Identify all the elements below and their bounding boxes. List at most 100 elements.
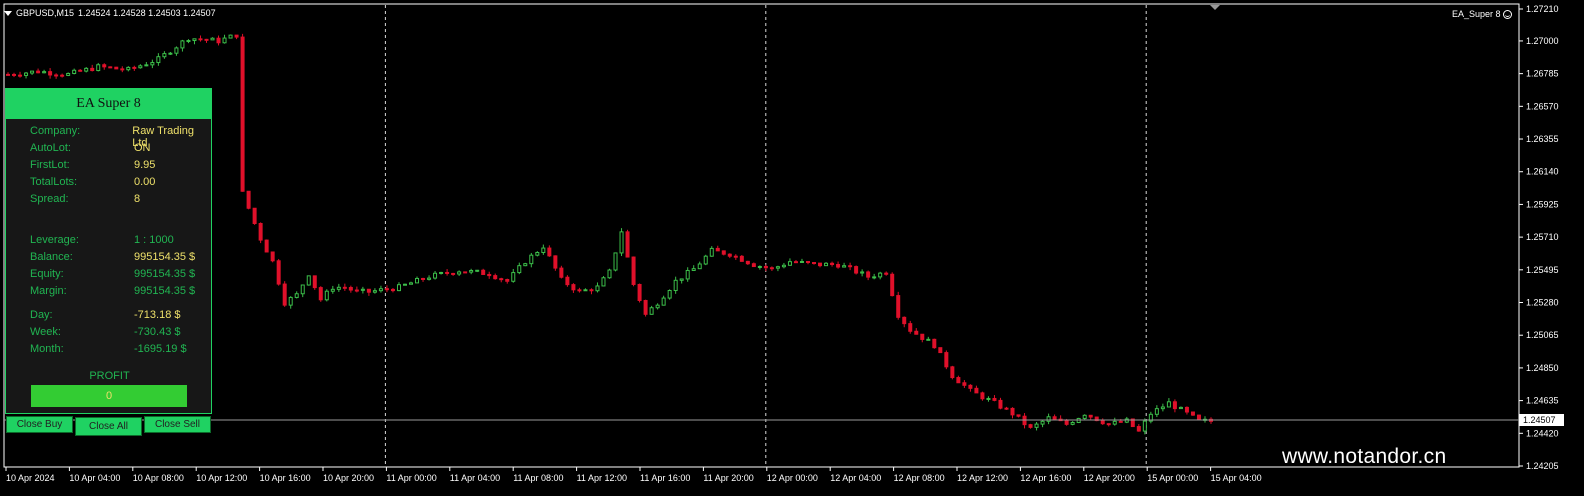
candle-body bbox=[1016, 414, 1021, 417]
candle-body bbox=[1190, 411, 1195, 416]
time-tick-label: 11 Apr 00:00 bbox=[386, 473, 436, 483]
candle-body bbox=[457, 271, 462, 275]
price-tick-label: 1.24420 bbox=[1526, 428, 1559, 438]
candle-body bbox=[36, 70, 41, 74]
candle-body bbox=[120, 68, 125, 71]
row-value: 1 : 1000 bbox=[134, 234, 174, 246]
candle-body bbox=[1166, 401, 1171, 408]
candle bbox=[607, 268, 612, 279]
candle-body bbox=[992, 397, 997, 401]
candle-body bbox=[390, 288, 395, 292]
price-tick-label: 1.26355 bbox=[1526, 134, 1559, 144]
candle bbox=[108, 66, 113, 69]
panel-title: EA Super 8 bbox=[6, 89, 211, 119]
candle-body bbox=[54, 74, 59, 77]
candle-body bbox=[715, 247, 720, 252]
candle-body bbox=[553, 255, 558, 269]
candle-body bbox=[421, 277, 426, 280]
candle-body bbox=[685, 269, 690, 280]
time-tick-label: 11 Apr 16:00 bbox=[640, 473, 690, 483]
candle bbox=[619, 228, 624, 257]
candle-body bbox=[240, 36, 245, 192]
row-label: Week: bbox=[30, 326, 61, 338]
candle bbox=[312, 275, 317, 290]
price-tick-label: 1.25280 bbox=[1526, 298, 1559, 308]
row-label: Balance: bbox=[30, 251, 73, 263]
candle bbox=[938, 347, 943, 354]
candle-body bbox=[156, 56, 161, 64]
candle bbox=[601, 276, 606, 287]
candle-body bbox=[204, 38, 209, 41]
row-totallots: TotalLots: 0.00 bbox=[30, 176, 155, 188]
candle bbox=[553, 255, 558, 271]
time-tick-label: 10 Apr 2024 bbox=[6, 473, 55, 483]
candle-body bbox=[198, 38, 203, 41]
candle-body bbox=[697, 263, 702, 270]
row-label: Month: bbox=[30, 343, 64, 355]
candle-body bbox=[757, 265, 762, 268]
candle-body bbox=[372, 290, 377, 293]
candle-body bbox=[300, 284, 305, 295]
row-label: Day: bbox=[30, 309, 53, 321]
watermark: www.notandor.cn bbox=[1282, 445, 1447, 468]
time-tick-label: 15 Apr 00:00 bbox=[1147, 473, 1198, 483]
candle-body bbox=[1154, 408, 1159, 415]
candle bbox=[703, 254, 708, 266]
price-chart[interactable]: 1.27210 1.27000 1.26785 1.26570 1.26355 1.261… bbox=[0, 0, 1584, 496]
candle-body bbox=[775, 266, 780, 269]
candle bbox=[270, 251, 275, 263]
row-spread: Spread: 8 bbox=[30, 193, 140, 205]
candle-body bbox=[854, 266, 859, 274]
candle-body bbox=[475, 269, 480, 272]
candle-body bbox=[926, 338, 931, 341]
time-tick-label: 11 Apr 12:00 bbox=[577, 473, 627, 483]
candle-body bbox=[649, 307, 654, 315]
candle-body bbox=[402, 283, 407, 286]
candle-body bbox=[1196, 414, 1201, 421]
row-value: 995154.35 $ bbox=[134, 268, 196, 280]
candle-body bbox=[908, 323, 913, 332]
candle-body bbox=[469, 270, 474, 273]
row-margin: Margin: 995154.35 $ bbox=[30, 285, 195, 297]
candle bbox=[559, 265, 564, 279]
candle-body bbox=[1070, 421, 1075, 425]
candle-body bbox=[830, 262, 835, 266]
price-tick-label: 1.27000 bbox=[1526, 36, 1559, 46]
row-value: ON bbox=[134, 142, 151, 154]
candle-body bbox=[667, 290, 672, 299]
close-sell-button[interactable]: Close Sell bbox=[144, 416, 211, 433]
candle-body bbox=[144, 64, 149, 67]
row-firstlot: FirstLot: 9.95 bbox=[30, 159, 155, 171]
candle bbox=[264, 239, 269, 253]
candle-body bbox=[1142, 420, 1147, 432]
time-tick-label: 12 Apr 12:00 bbox=[957, 473, 1008, 483]
close-buy-button[interactable]: Close Buy bbox=[6, 416, 73, 433]
candle-body bbox=[818, 262, 823, 267]
candle-body bbox=[12, 73, 17, 76]
time-tick-label: 12 Apr 00:00 bbox=[767, 473, 818, 483]
candle-body bbox=[1178, 406, 1183, 410]
candle-body bbox=[439, 271, 444, 274]
candle-body bbox=[1124, 418, 1129, 423]
profit-value: 0 bbox=[31, 385, 187, 407]
close-all-button[interactable]: Close All bbox=[75, 417, 142, 436]
chevron-down-icon[interactable] bbox=[4, 10, 12, 16]
candle-body bbox=[565, 276, 570, 286]
candle-body bbox=[1082, 414, 1087, 419]
candle-body bbox=[601, 277, 606, 287]
candle bbox=[228, 34, 233, 39]
row-value: 995154.35 $ bbox=[134, 251, 196, 263]
candle-body bbox=[222, 37, 227, 44]
candle-body bbox=[1010, 407, 1015, 416]
candle-body bbox=[264, 239, 269, 253]
row-autolot: AutoLot: ON bbox=[30, 142, 151, 154]
candle-body bbox=[150, 62, 155, 66]
candle bbox=[1094, 416, 1099, 422]
chart-header: GBPUSD,M15 1.24524 1.24528 1.24503 1.245… bbox=[4, 6, 216, 20]
candle-body bbox=[30, 70, 35, 74]
candle bbox=[637, 283, 642, 303]
candle bbox=[318, 286, 323, 302]
smiley-icon bbox=[1502, 9, 1512, 19]
candle-body bbox=[493, 275, 498, 280]
price-tick-label: 1.26140 bbox=[1526, 167, 1559, 177]
